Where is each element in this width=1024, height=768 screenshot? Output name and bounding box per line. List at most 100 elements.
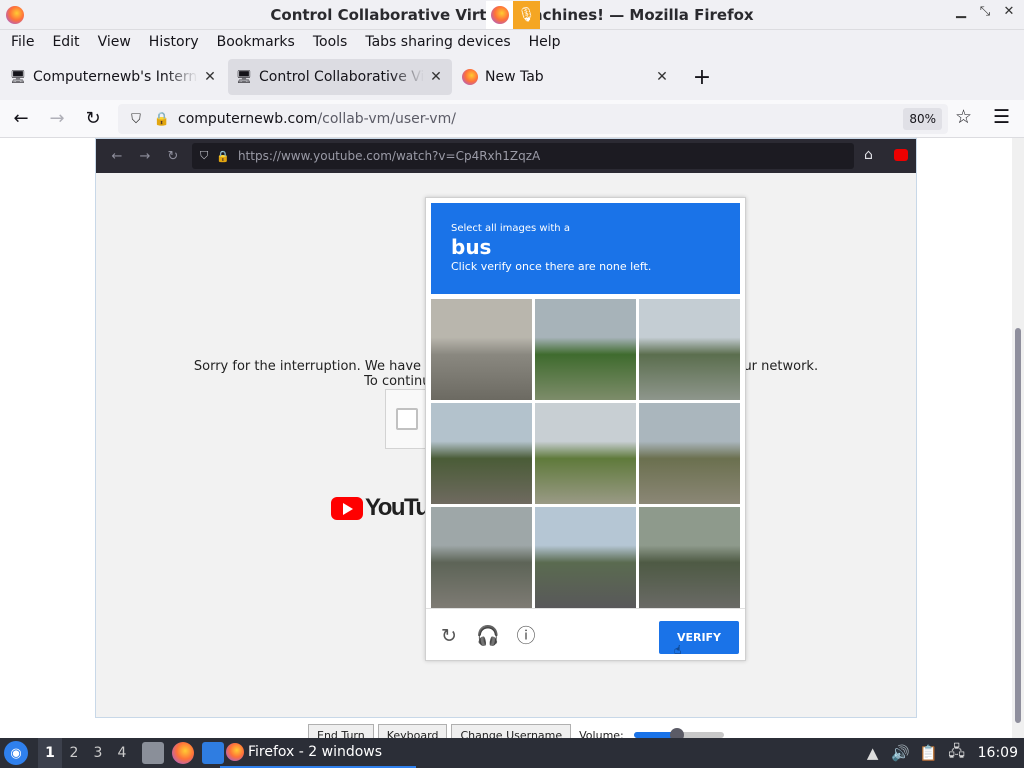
tile-street-crossing[interactable]: [431, 507, 532, 608]
tab-collab-vm[interactable]: 🖥 Control Collaborative Virtual Machines…: [228, 59, 452, 95]
vm-youtube-icon[interactable]: [894, 149, 908, 161]
menu-tools[interactable]: Tools: [304, 34, 357, 50]
file-manager-icon[interactable]: [142, 742, 164, 764]
tile-palm-tree[interactable]: [535, 403, 636, 504]
bookmark-star-icon[interactable]: ☆: [955, 106, 972, 128]
tile-traffic-lights[interactable]: [639, 403, 740, 504]
vm-controls: End Turn Keyboard Change Username Volume…: [308, 724, 724, 738]
tray-arrow-icon[interactable]: ▲: [862, 744, 884, 762]
captcha-instruction: Select all images with a: [451, 223, 570, 234]
page-scrollbar[interactable]: [1012, 138, 1024, 738]
computer-icon: 🖥: [235, 69, 253, 85]
firefox-icon: [226, 743, 244, 761]
close-tab-icon[interactable]: ✕: [202, 69, 218, 85]
recaptcha-challenge: Select all images with a bus Click verif…: [425, 197, 746, 661]
back-button[interactable]: ←: [6, 104, 36, 134]
end-turn-button[interactable]: End Turn: [308, 724, 374, 738]
lock-icon[interactable]: 🔒: [152, 112, 172, 127]
tile-street-overpass[interactable]: [431, 299, 532, 400]
microphone-icon[interactable]: 🎙: [513, 1, 540, 29]
tile-intersection-cars[interactable]: [535, 507, 636, 608]
tab-label: Control Collaborative Virtual Machines!: [259, 69, 424, 85]
url-path: /collab-vm/user-vm/: [317, 111, 456, 127]
change-username-button[interactable]: Change Username: [451, 724, 572, 738]
zoom-level-badge[interactable]: 80%: [903, 108, 942, 130]
new-tab-button[interactable]: +: [686, 61, 718, 93]
system-tray: ▲ 🔊 📋 🖧 16:09: [862, 738, 1024, 768]
audio-challenge-icon[interactable]: 🎧: [476, 625, 500, 647]
reload-button[interactable]: ↻: [78, 104, 108, 134]
captcha-footer: ↻ 🎧 ⓘ VERIFY ☝: [426, 608, 745, 660]
keyboard-button[interactable]: Keyboard: [377, 724, 448, 738]
taskbar: ◉ 1 2 3 4 Firefox - 2 windows ▲ 🔊 📋 🖧 16…: [0, 738, 1024, 768]
window-controls: ▁ ⤡ ✕: [954, 4, 1016, 19]
close-tab-icon[interactable]: ✕: [428, 69, 444, 85]
close-tab-icon[interactable]: ✕: [654, 69, 670, 85]
navigation-bar: ← → ↻ ⛉ 🔒 computernewb.com/collab-vm/use…: [0, 100, 1024, 138]
workspace-3[interactable]: 3: [86, 745, 110, 761]
vm-lock-icon: 🔒: [216, 149, 230, 163]
close-icon[interactable]: ✕: [1002, 4, 1016, 19]
workspace-1[interactable]: 1: [38, 738, 62, 768]
volume-knob[interactable]: [669, 728, 684, 738]
volume-icon[interactable]: 🔊: [890, 744, 912, 762]
vm-forward-icon[interactable]: →: [138, 149, 152, 164]
url-bar[interactable]: ⛉ 🔒 computernewb.com/collab-vm/user-vm/: [118, 104, 948, 134]
captcha-hint: Click verify once there are none left.: [451, 260, 652, 273]
tab-computernewb[interactable]: 🖥 Computernewb's Internet ✕: [2, 59, 226, 95]
reload-challenge-icon[interactable]: ↻: [438, 625, 460, 647]
tile-bus[interactable]: [639, 507, 740, 608]
captcha-target: bus: [451, 235, 492, 259]
clock: 16:09: [977, 745, 1018, 761]
menu-file[interactable]: File: [2, 34, 43, 50]
tile-palm-sky[interactable]: [639, 299, 740, 400]
recaptcha-checkbox[interactable]: [396, 408, 418, 430]
sorry-line-1-end: ur network.: [743, 359, 819, 374]
vm-back-icon[interactable]: ←: [110, 149, 124, 164]
youtube-play-icon: [331, 496, 363, 520]
tracking-shield-icon[interactable]: ⛉: [126, 112, 146, 127]
vm-browser-toolbar: ← → ↻ ⛉ 🔒 https://www.youtube.com/watch?…: [96, 139, 916, 173]
verify-button[interactable]: VERIFY: [659, 621, 739, 654]
tab-bar: 🖥 Computernewb's Internet ✕ 🖥 Control Co…: [0, 54, 1024, 100]
taskbar-window-label: Firefox - 2 windows: [248, 744, 383, 760]
mouse-cursor-icon: ☝: [674, 643, 682, 657]
tab-label: Computernewb's Internet: [33, 69, 198, 85]
captcha-image-grid: [431, 299, 740, 608]
menu-bookmarks[interactable]: Bookmarks: [208, 34, 304, 50]
hamburger-menu-icon[interactable]: ☰: [993, 106, 1010, 128]
url-host: computernewb.com: [178, 111, 318, 127]
firefox-sharing-icon: [486, 1, 513, 29]
clipboard-icon[interactable]: 📋: [918, 744, 940, 762]
tile-trees-building[interactable]: [535, 299, 636, 400]
info-icon[interactable]: ⓘ: [515, 625, 537, 647]
scrollbar-thumb[interactable]: [1015, 328, 1021, 723]
forward-button[interactable]: →: [42, 104, 72, 134]
window-titlebar: Control Collaborative Virtual Machines! …: [0, 0, 1024, 30]
minimize-icon[interactable]: ▁: [954, 4, 968, 19]
workspace-2[interactable]: 2: [62, 745, 86, 761]
tab-new-tab[interactable]: New Tab ✕: [454, 59, 678, 95]
menu-edit[interactable]: Edit: [43, 34, 88, 50]
captcha-header: Select all images with a bus Click verif…: [431, 203, 740, 294]
taskbar-window-firefox[interactable]: Firefox - 2 windows: [220, 738, 416, 768]
menu-tabs-sharing-devices[interactable]: Tabs sharing devices: [356, 34, 519, 50]
tile-road-trees[interactable]: [431, 403, 532, 504]
vm-home-icon[interactable]: ⌂: [864, 147, 873, 163]
vm-shield-icon: ⛉: [200, 149, 209, 162]
workspace-4[interactable]: 4: [110, 745, 134, 761]
maximize-icon[interactable]: ⤡: [978, 4, 992, 19]
vm-reload-icon[interactable]: ↻: [166, 149, 180, 164]
menu-help[interactable]: Help: [520, 34, 570, 50]
page-content: ← → ↻ ⛉ 🔒 https://www.youtube.com/watch?…: [0, 138, 1012, 738]
vm-url-bar[interactable]: ⛉ 🔒 https://www.youtube.com/watch?v=Cp4R…: [192, 143, 854, 169]
firefox-icon: [462, 69, 478, 85]
firefox-launcher-icon[interactable]: [172, 742, 194, 764]
overlay-indicators: 🎙: [486, 1, 540, 29]
menu-view[interactable]: View: [89, 34, 140, 50]
network-icon[interactable]: 🖧: [946, 741, 968, 766]
menu-bar: File Edit View History Bookmarks Tools T…: [0, 30, 1024, 54]
menu-history[interactable]: History: [140, 34, 208, 50]
start-menu-icon[interactable]: ◉: [4, 741, 28, 765]
computer-icon: 🖥: [9, 69, 27, 85]
